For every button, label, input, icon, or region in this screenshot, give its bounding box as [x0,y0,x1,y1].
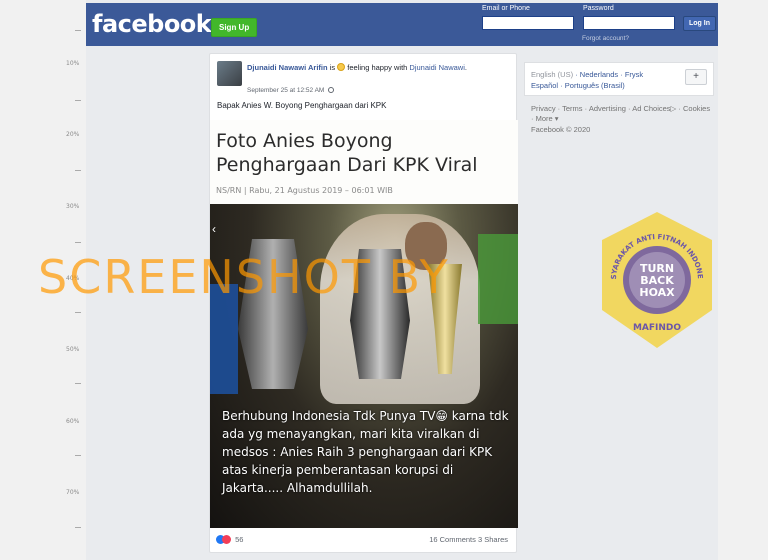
ruler-mark: 20% [66,131,80,138]
news-screenshot-header: Foto Anies Boyong Penghargaan Dari KPK V… [210,120,518,204]
author-name-link[interactable]: Djunaidi Nawawi Arifin [247,63,328,72]
ruler-mark: 60% [66,418,80,425]
login-button[interactable]: Log In [683,16,716,31]
timestamp-text: September 25 at 12:52 AM [247,87,325,94]
footer-link-advertising[interactable]: Advertising [589,104,626,113]
screenshot-watermark: SCREENSHOT BY [38,250,450,304]
footer-link-privacy[interactable]: Privacy [531,104,556,113]
email-input[interactable] [482,16,574,30]
password-label: Password [583,5,614,12]
shares-count-link[interactable]: 3 Shares [478,535,508,544]
ruler-mark: 50% [66,346,80,353]
globe-icon [328,87,335,93]
chevron-left-icon[interactable]: ‹ [212,222,216,236]
post-author-line: Djunaidi Nawawi Arifin is feeling happy … [247,62,507,73]
post-timestamp[interactable]: September 25 at 12:52 AM [247,87,335,94]
author-avatar[interactable] [217,61,242,86]
happy-emoji-icon [337,63,346,71]
footer-links: Privacy · Terms · Advertising · Ad Choic… [531,104,711,123]
ruler-tick [75,312,81,313]
badge-bottom-text: MAFINDO [633,323,681,333]
mafindo-badge-icon: MASYARAKAT ANTI FITNAH INDONESIA TURN BA… [598,210,712,348]
language-line-2: Español · Português (Brasil) [531,81,625,90]
forgot-account-link[interactable]: Forgot account? [582,35,629,42]
language-link[interactable]: Español [531,81,558,90]
ruler-tick [75,242,81,243]
photo-caption: Berhubung Indonesia Tdk Punya TV😁 karna … [222,409,509,495]
status-suffix: . [464,63,467,72]
comments-count-link[interactable]: 16 Comments [429,535,476,544]
tagged-user-link[interactable]: Djunaidi Nawawi [409,63,464,72]
language-line-1: English (US) · Nederlands · Frysk [531,70,644,79]
current-language: English (US) [531,70,574,79]
reaction-count: 56 [235,535,244,544]
news-meta: NS/RN | Rabu, 21 Agustus 2019 – 06:01 WI… [216,186,393,195]
ad-choices-icon: ▷ [670,104,677,113]
footer-link-terms[interactable]: Terms [562,104,582,113]
ruler-tick [75,100,81,101]
language-selector: English (US) · Nederlands · Frysk Españo… [524,62,714,96]
footer-link-cookies[interactable]: Cookies [683,104,710,113]
ruler-tick [75,455,81,456]
language-link[interactable]: Nederlands [580,70,618,79]
ruler-tick [75,30,81,31]
top-navigation-bar: facebook Sign Up Email or Phone Password… [86,3,718,46]
footer-link-ad-choices[interactable]: Ad Choices [632,104,670,113]
reaction-summary[interactable]: 56 [216,535,243,544]
photo-background-plant [478,234,518,324]
language-link[interactable]: Frysk [625,70,643,79]
signup-button[interactable]: Sign Up [211,18,258,37]
news-headline: Foto Anies Boyong Penghargaan Dari KPK V… [216,130,478,176]
email-label: Email or Phone [482,5,530,12]
status-prefix: is [329,63,336,72]
badge-center-text-3: HOAX [639,286,675,299]
right-gutter [718,0,768,560]
copyright-text: Facebook © 2020 [531,125,591,134]
ruler-mark: 30% [66,203,80,210]
post-text: Bapak Anies W. Boyong Penghargaan dari K… [217,101,387,110]
facebook-logo[interactable]: facebook [92,10,212,38]
ruler-mark: 70% [66,489,80,496]
language-link[interactable]: Português (Brasil) [565,81,625,90]
ruler-tick [75,527,81,528]
ruler-tick [75,383,81,384]
engagement-counts: 16 Comments 3 Shares [429,535,508,544]
ruler-tick [75,170,81,171]
footer-link-more[interactable]: More [536,114,553,123]
more-languages-button[interactable]: + [685,69,707,85]
love-reaction-icon [222,535,231,544]
ruler-mark: 10% [66,60,80,67]
password-input[interactable] [583,16,675,30]
status-text: feeling happy with [347,63,408,72]
